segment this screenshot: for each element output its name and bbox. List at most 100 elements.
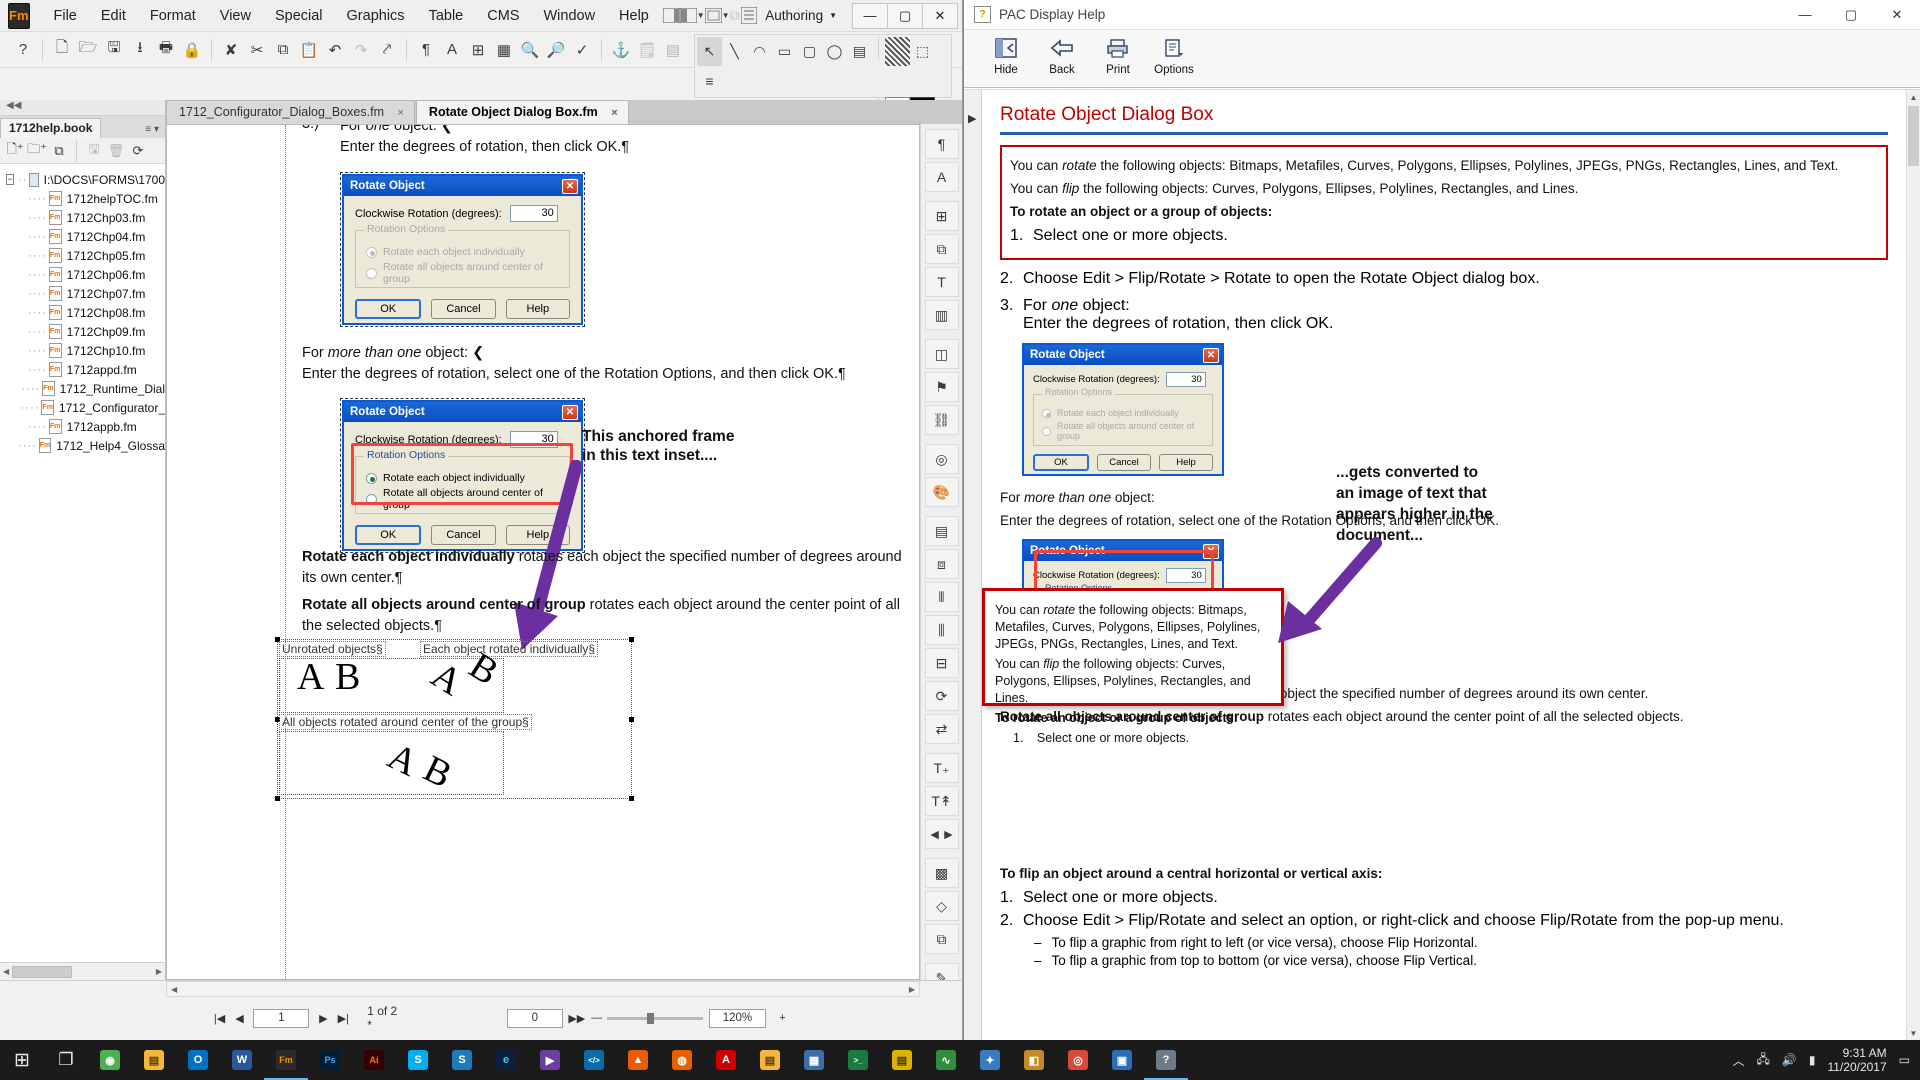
- doc-tab-configurator[interactable]: 1712_Configurator_Dialog_Boxes.fm ×: [166, 100, 415, 124]
- scroll-down-icon[interactable]: ▼: [1907, 1026, 1920, 1040]
- rotate-icon[interactable]: ⟳: [925, 681, 959, 711]
- list-item[interactable]: ····Fm1712helpTOC.fm: [0, 189, 165, 208]
- edge-icon[interactable]: e: [484, 1040, 528, 1080]
- zoom-slider[interactable]: [607, 1017, 703, 1020]
- book-panel-menu-icon[interactable]: ≡ ▾: [145, 124, 165, 138]
- zoom-in-button[interactable]: +: [772, 1008, 792, 1028]
- help-print-button[interactable]: Print: [1090, 34, 1146, 76]
- book-horizontal-scrollbar[interactable]: ◀ ▶: [0, 962, 165, 980]
- line-icon[interactable]: ╲: [722, 37, 747, 66]
- start-button[interactable]: ⊞: [0, 1040, 44, 1080]
- print-icon[interactable]: 🖶: [153, 37, 179, 63]
- redo-icon[interactable]: ↷: [348, 37, 374, 63]
- battery-icon[interactable]: ▮: [1809, 1053, 1816, 1067]
- spell-find-icon[interactable]: 🔎: [543, 37, 569, 63]
- help-close-button[interactable]: ✕: [1874, 0, 1920, 30]
- chart-icon[interactable]: ∿: [924, 1040, 968, 1080]
- help-minimize-button[interactable]: —: [1782, 0, 1828, 30]
- doc-tab-rotate-object[interactable]: Rotate Object Dialog Box.fm ×: [416, 100, 629, 124]
- zoom-value[interactable]: 120%: [709, 1009, 767, 1028]
- network-icon[interactable]: 🖧: [1757, 1050, 1770, 1071]
- list-item[interactable]: ····Fm1712appb.fm: [0, 417, 165, 436]
- line-style-icon[interactable]: ≡: [697, 66, 722, 95]
- import-icon[interactable]: ⭳: [127, 37, 153, 63]
- variables-icon[interactable]: ▥: [925, 300, 959, 330]
- chrome-icon[interactable]: ◉: [88, 1040, 132, 1080]
- expand-nav-icon[interactable]: ▶: [968, 112, 981, 125]
- object-positioning-icon[interactable]: ⧈: [925, 549, 959, 579]
- help-button[interactable]: Help: [1159, 454, 1213, 471]
- calculator-icon[interactable]: ▦: [792, 1040, 836, 1080]
- panel-layout-icon[interactable]: [663, 4, 680, 28]
- distribute-icon[interactable]: ⫼: [925, 615, 959, 645]
- list-item[interactable]: ····Fm1712Chp04.fm: [0, 227, 165, 246]
- cancel-button[interactable]: Cancel: [1097, 454, 1151, 471]
- image-tools-icon[interactable]: ▩: [925, 858, 959, 888]
- text-tools-icon[interactable]: T: [925, 267, 959, 297]
- add-group-icon[interactable]: ⧉: [48, 140, 70, 162]
- snagit-icon[interactable]: S: [440, 1040, 484, 1080]
- close-icon[interactable]: ✕: [562, 405, 578, 420]
- color-icon[interactable]: 🎨: [925, 477, 959, 507]
- fm-minimize-button[interactable]: —: [852, 3, 888, 29]
- copy-icon[interactable]: ⧉: [270, 37, 296, 63]
- paragraph-designer-icon[interactable]: ⊞: [465, 37, 491, 63]
- cancel-button[interactable]: Cancel: [431, 525, 495, 545]
- save-icon[interactable]: 🖫: [101, 37, 127, 63]
- help-back-button[interactable]: Back: [1034, 34, 1090, 76]
- book-delete-icon[interactable]: 🗑: [105, 140, 127, 162]
- radio-rotate-all[interactable]: Rotate all objects around center of grou…: [1042, 421, 1204, 441]
- find-icon[interactable]: 🔍: [517, 37, 543, 63]
- ok-button[interactable]: OK: [355, 299, 421, 319]
- text-line-icon[interactable]: ▤: [847, 37, 872, 66]
- folder2-icon[interactable]: ◧: [1012, 1040, 1056, 1080]
- book-update-icon[interactable]: ⟳: [127, 140, 149, 162]
- book-tab-1712help[interactable]: 1712help.book: [0, 118, 101, 138]
- object-style-icon[interactable]: ◎: [925, 444, 959, 474]
- ok-button[interactable]: OK: [355, 525, 421, 545]
- add-file-icon[interactable]: 🗋⁺: [4, 140, 26, 162]
- list-item[interactable]: ····Fm1712Chp10.fm: [0, 341, 165, 360]
- figure-handle-bl[interactable]: [275, 796, 280, 801]
- help-icon[interactable]: ?: [10, 37, 36, 63]
- cancel-button[interactable]: Cancel: [431, 299, 495, 319]
- vscode-icon[interactable]: </>: [572, 1040, 616, 1080]
- text-insert-icon[interactable]: T₊: [925, 753, 959, 783]
- close-icon[interactable]: ×: [397, 107, 403, 119]
- close-icon[interactable]: ×: [611, 107, 617, 119]
- document-canvas[interactable]: 3.) For one object: ❮ Enter the degrees …: [166, 124, 920, 980]
- export-icon[interactable]: ⤤: [374, 37, 400, 63]
- list-item[interactable]: ····Fm1712_Runtime_Dial: [0, 379, 165, 398]
- conditional-text-icon[interactable]: ◫: [925, 339, 959, 369]
- pods-icon[interactable]: [741, 4, 757, 28]
- book-save-icon[interactable]: 🖫: [83, 140, 105, 162]
- cross-reference-icon[interactable]: ⧉: [925, 234, 959, 264]
- menu-special[interactable]: Special: [263, 4, 335, 28]
- figure-handle-tr[interactable]: [629, 637, 634, 642]
- zoom-out-button[interactable]: —: [587, 1008, 607, 1028]
- table-designer-icon[interactable]: ▦: [491, 37, 517, 63]
- framemaker-taskbar-icon[interactable]: Fm: [264, 1040, 308, 1080]
- hypertext-icon[interactable]: ⛓: [925, 405, 959, 435]
- zoom-slider-knob[interactable]: [647, 1013, 654, 1024]
- menu-graphics[interactable]: Graphics: [335, 4, 417, 28]
- shape-tools-icon[interactable]: ◇: [925, 891, 959, 921]
- anchor-icon[interactable]: ⚓: [608, 37, 634, 63]
- notification-center-icon[interactable]: ▭: [1899, 1053, 1910, 1067]
- help-options-button[interactable]: Options: [1146, 34, 1202, 76]
- figure-handle-br[interactable]: [629, 796, 634, 801]
- group-icon[interactable]: ⊟: [925, 648, 959, 678]
- character-tag-icon[interactable]: A: [439, 37, 465, 63]
- close-icon[interactable]: ✕: [1203, 348, 1219, 363]
- menu-format[interactable]: Format: [138, 4, 208, 28]
- radio-rotate-each[interactable]: Rotate each object individually: [366, 246, 559, 258]
- scroll-left-icon[interactable]: ◀: [0, 967, 12, 976]
- outlook-icon[interactable]: O: [176, 1040, 220, 1080]
- list-item[interactable]: ····Fm1712Chp06.fm: [0, 265, 165, 284]
- firefox-icon[interactable]: ◍: [660, 1040, 704, 1080]
- acrobat-icon[interactable]: A: [704, 1040, 748, 1080]
- store-icon[interactable]: ▣: [1100, 1040, 1144, 1080]
- rectangle-icon[interactable]: ▭: [772, 37, 797, 66]
- radio-rotate-all[interactable]: Rotate all objects around center of grou…: [366, 261, 559, 285]
- table-catalog-icon[interactable]: ▤: [925, 516, 959, 546]
